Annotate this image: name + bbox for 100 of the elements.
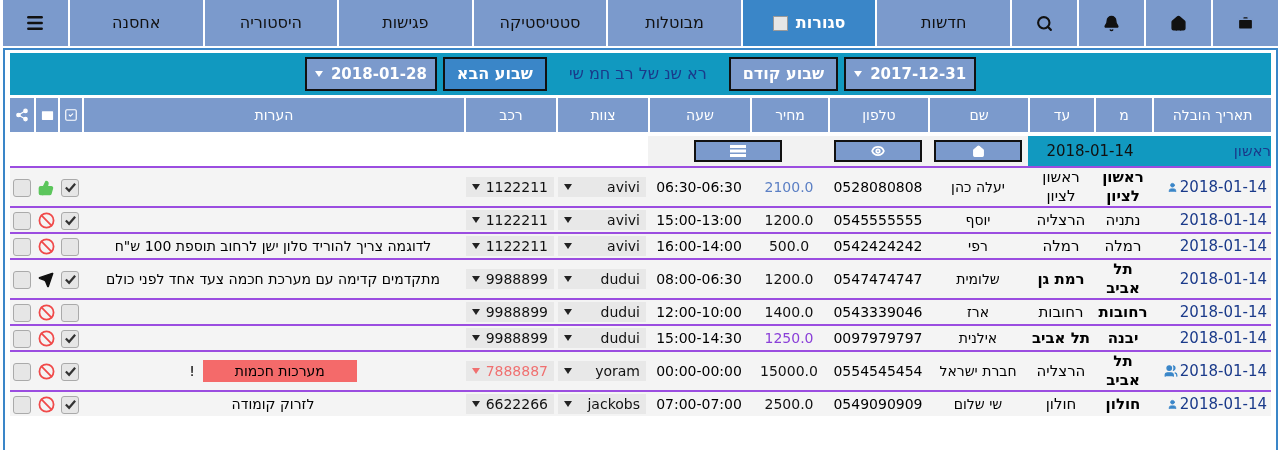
nav-tab[interactable]: פגישות bbox=[339, 0, 472, 46]
customer-name: יעלה כהן bbox=[951, 179, 1005, 195]
time-range: 08:00-06:30 bbox=[656, 271, 742, 287]
customer-name: שי שלום bbox=[953, 396, 1003, 412]
vehicle-select[interactable]: 1122211 bbox=[466, 236, 554, 256]
destination-city: הרצליה bbox=[1036, 210, 1086, 229]
checkbox[interactable] bbox=[61, 237, 79, 256]
delivery-date: 2018-01-14 bbox=[1179, 329, 1267, 347]
nav-tab[interactable]: היסטוריה bbox=[204, 0, 338, 46]
nav-tab[interactable]: מבוטלות bbox=[608, 0, 741, 46]
caret-icon bbox=[314, 71, 323, 77]
team-select[interactable]: dudui bbox=[558, 328, 646, 348]
vehicle-select[interactable]: 9988899 bbox=[466, 269, 554, 289]
checkbox[interactable] bbox=[61, 362, 79, 381]
home-button[interactable] bbox=[934, 140, 1022, 162]
customer-name: אילנית bbox=[958, 330, 998, 346]
checkbox[interactable] bbox=[13, 362, 31, 381]
caret-icon bbox=[564, 335, 572, 341]
checkbox[interactable] bbox=[61, 395, 79, 414]
origin-city: חולון bbox=[1105, 394, 1141, 413]
nav-tab[interactable] bbox=[2, 0, 68, 46]
caret-icon bbox=[564, 368, 572, 374]
destination-city: חולון bbox=[1045, 394, 1077, 413]
notes-text: לזרוק קומודה bbox=[231, 395, 315, 413]
team-select[interactable]: avivi bbox=[558, 210, 646, 230]
nav-tab[interactable]: חדשות bbox=[877, 0, 1010, 46]
list-button[interactable] bbox=[694, 140, 782, 162]
checkbox[interactable] bbox=[13, 211, 31, 230]
column-header: טלפון bbox=[828, 98, 928, 132]
caret-icon bbox=[472, 243, 480, 249]
checkbox[interactable] bbox=[61, 270, 79, 289]
vehicle-select[interactable]: 6622266 bbox=[466, 394, 554, 414]
checkbox[interactable] bbox=[61, 329, 79, 348]
caret-icon bbox=[472, 276, 480, 282]
phone-number: 0097979797 bbox=[833, 330, 923, 346]
view-button[interactable] bbox=[834, 140, 922, 162]
checkbox[interactable] bbox=[13, 395, 31, 414]
time-range: 12:00-10:00 bbox=[656, 304, 742, 320]
checkbox[interactable] bbox=[13, 303, 31, 322]
price: 1400.0 bbox=[764, 304, 814, 320]
delivery-date: 2018-01-14 bbox=[1179, 270, 1267, 288]
column-header: תאריך הובלה bbox=[1152, 98, 1271, 132]
check-icon bbox=[63, 398, 77, 411]
checkbox[interactable] bbox=[13, 329, 31, 348]
nav-tab[interactable]: סגורות bbox=[742, 0, 876, 46]
column-header: שעה bbox=[648, 98, 750, 132]
column-header: רכב bbox=[464, 98, 556, 132]
destination-city: הרצליה bbox=[1036, 361, 1086, 380]
team-select[interactable]: avivi bbox=[558, 177, 646, 197]
origin-city: תל אביב bbox=[1106, 260, 1140, 297]
vehicle-select[interactable]: 1122211 bbox=[466, 177, 554, 197]
team-select[interactable]: avivi bbox=[558, 236, 646, 256]
share-icon bbox=[15, 108, 29, 122]
price: 1200.0 bbox=[764, 271, 814, 287]
time-range: 16:00-14:00 bbox=[656, 238, 742, 254]
delivery-date: 2018-01-14 bbox=[1179, 178, 1267, 196]
checkbox[interactable] bbox=[61, 211, 79, 230]
destination-city: רמלה bbox=[1042, 236, 1080, 255]
caret-icon bbox=[564, 184, 572, 190]
caret-icon bbox=[564, 217, 572, 223]
vehicle-select[interactable]: 9988899 bbox=[466, 302, 554, 322]
team-select[interactable]: dudui bbox=[558, 302, 646, 322]
vehicle-select[interactable]: 1122211 bbox=[466, 210, 554, 230]
team-select[interactable]: dudui bbox=[558, 269, 646, 289]
delivery-date: 2018-01-14 bbox=[1179, 303, 1267, 321]
time-range: 15:00-14:30 bbox=[656, 330, 742, 346]
notes-text: לדוגמה צריך להוריד סלון ישן לרחוב תוספת 100 ש"ח bbox=[114, 237, 432, 255]
notes-text: מתקדמים קדימה עם מערכת חכמה צעד אחד לפני כולם bbox=[106, 270, 440, 288]
checkbox[interactable] bbox=[13, 237, 31, 256]
check-icon bbox=[63, 365, 77, 378]
column-header: מחיר bbox=[750, 98, 828, 132]
vehicle-select[interactable]: 9988899 bbox=[466, 328, 554, 348]
checkbox[interactable] bbox=[61, 178, 79, 197]
check-icon bbox=[63, 273, 77, 286]
origin-city: תל אביב bbox=[1106, 352, 1140, 389]
week-days-label: רא שנ של רב חמ שי bbox=[567, 63, 708, 85]
checkbox[interactable] bbox=[61, 303, 79, 322]
nav-tab[interactable] bbox=[1079, 0, 1144, 46]
nav-tab[interactable] bbox=[1213, 0, 1278, 46]
next-week-button[interactable]: שבוע הבא bbox=[442, 57, 547, 91]
nav-tab[interactable] bbox=[1146, 0, 1211, 46]
bell-icon bbox=[1103, 14, 1120, 32]
team-select[interactable]: jackobs bbox=[558, 394, 646, 414]
team-select[interactable]: yoram bbox=[558, 361, 646, 381]
checkbox[interactable] bbox=[13, 178, 31, 197]
customer-name: ארז bbox=[966, 304, 990, 320]
nav-tab[interactable]: סטטיסטיקה bbox=[473, 0, 607, 46]
square-icon bbox=[772, 15, 788, 31]
time-range: 00:00-00:00 bbox=[656, 363, 742, 379]
checkbox[interactable] bbox=[13, 270, 31, 289]
caret-icon bbox=[472, 401, 480, 407]
nav-tab[interactable]: אחסנה bbox=[69, 0, 203, 46]
origin-city: רמלה bbox=[1104, 236, 1142, 255]
caret-icon bbox=[472, 217, 480, 223]
phone-number: 0542424242 bbox=[833, 238, 923, 254]
time-range: 06:30-06:30 bbox=[656, 179, 742, 195]
delivery-date: 2018-01-14 bbox=[1179, 237, 1267, 255]
briefcase-icon bbox=[1237, 14, 1254, 32]
nav-tab[interactable] bbox=[1012, 0, 1077, 46]
time-range: 07:00-07:00 bbox=[656, 396, 742, 412]
